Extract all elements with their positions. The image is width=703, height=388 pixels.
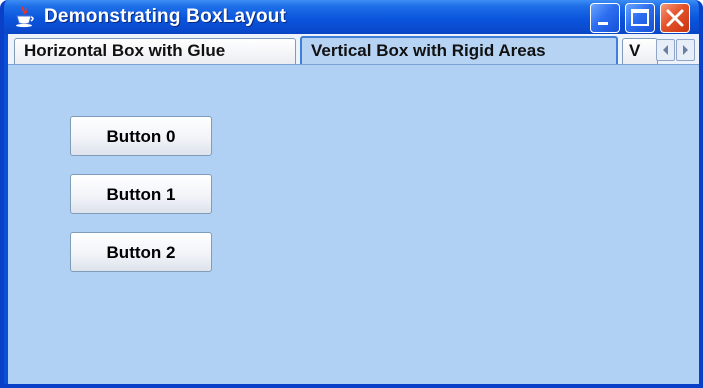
tab-vertical-box-with-rigid-areas[interactable]: Vertical Box with Rigid Areas [300, 36, 618, 64]
button-2[interactable]: Button 2 [70, 232, 212, 272]
tab-truncated[interactable]: V [622, 38, 658, 64]
tabbed-pane: Horizontal Box with Glue Vertical Box wi… [8, 34, 699, 384]
button-0[interactable]: Button 0 [70, 116, 212, 156]
maximize-button[interactable] [625, 3, 655, 33]
tab-scroll-buttons [656, 39, 696, 61]
app-window: Demonstrating BoxLayout Horizontal Box w… [0, 0, 703, 388]
close-icon [666, 9, 684, 27]
tab-label: Vertical Box with Rigid Areas [311, 41, 546, 60]
tab-strip: Horizontal Box with Glue Vertical Box wi… [8, 34, 699, 64]
tab-scroll-left-button[interactable] [656, 39, 675, 61]
minimize-button[interactable] [590, 3, 620, 33]
tab-label: Horizontal Box with Glue [24, 41, 226, 60]
close-button[interactable] [660, 3, 690, 33]
tab-horizontal-box-with-glue[interactable]: Horizontal Box with Glue [14, 38, 296, 64]
window-title: Demonstrating BoxLayout [44, 6, 287, 27]
chevron-right-icon [683, 45, 688, 55]
minimize-icon [598, 22, 608, 25]
button-1[interactable]: Button 1 [70, 174, 212, 214]
java-cup-icon [16, 6, 34, 28]
title-bar[interactable]: Demonstrating BoxLayout [4, 0, 699, 34]
tab-label: V [629, 41, 641, 60]
tab-scroll-right-button[interactable] [676, 39, 695, 61]
chevron-left-icon [663, 45, 668, 55]
tab-panel-vertical-box: Button 0 Button 1 Button 2 [8, 64, 699, 384]
maximize-icon [631, 9, 649, 26]
